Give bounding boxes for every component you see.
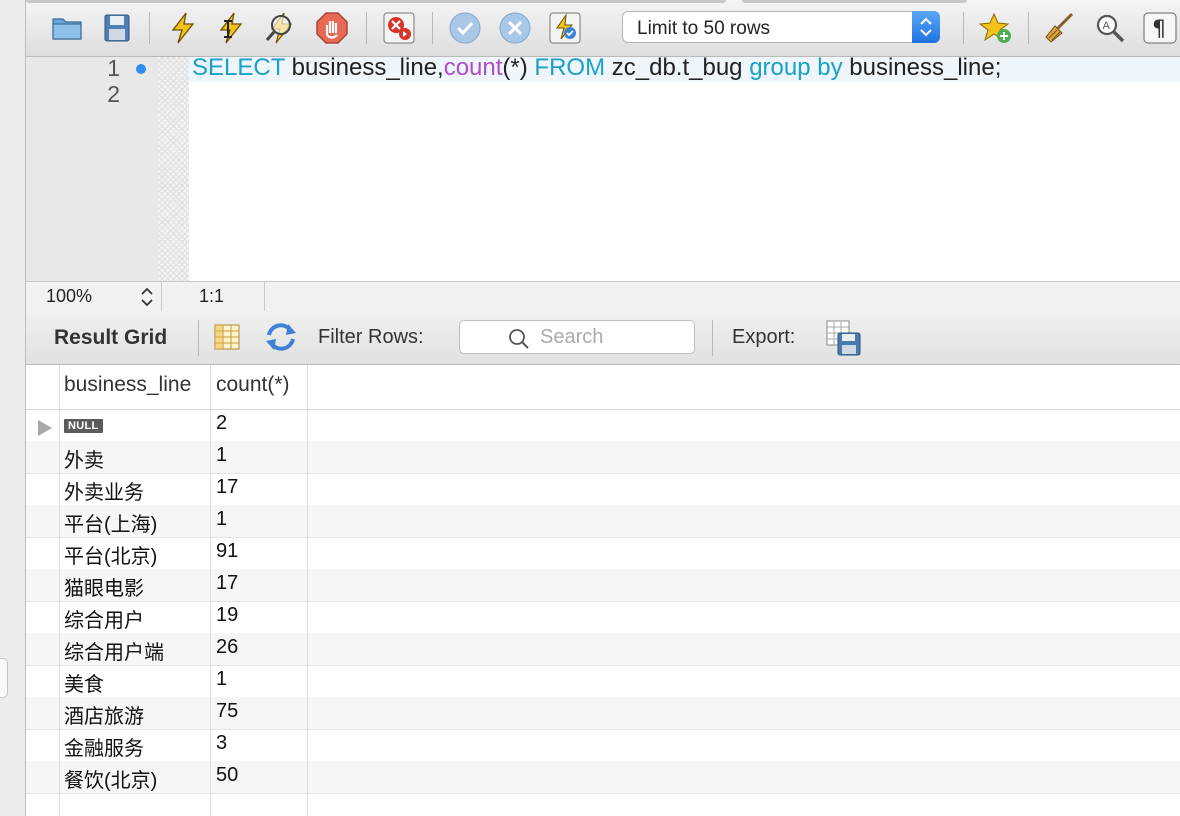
grid-view-icon[interactable] <box>214 324 240 350</box>
filter-search-input[interactable] <box>540 325 680 349</box>
column-header-count[interactable]: count(*) <box>216 373 290 397</box>
null-badge: NULL <box>64 419 103 433</box>
cell-business-line[interactable]: 综合用户端 <box>64 636 164 665</box>
results-toolbar: Result Grid Filter Rows: Search Export: <box>26 311 1180 365</box>
limit-rows-value: Limit to 50 rows <box>637 18 771 39</box>
table-row[interactable]: 综合用户 19 <box>26 601 1180 634</box>
line-number-gutter: 1 2 <box>26 55 158 281</box>
save-icon[interactable] <box>100 11 134 45</box>
fold-margin <box>158 57 189 281</box>
cell-business-line[interactable]: 酒店旅游 <box>64 700 144 729</box>
sql-keyword-select: SELECT <box>192 54 285 81</box>
cell-business-line[interactable]: 猫眼电影 <box>64 572 144 601</box>
chevron-updown-icon <box>912 11 940 43</box>
limit-rows-select[interactable]: Limit to 50 rows <box>622 11 940 43</box>
invisibles-icon[interactable]: ¶ <box>1142 11 1177 45</box>
execute-icon[interactable] <box>166 11 200 45</box>
query-toolbar: Limit to 50 rows A ¶ <box>26 0 1180 57</box>
table-row[interactable]: 外卖业务 17 <box>26 473 1180 506</box>
column-header-business-line[interactable]: business_line <box>64 373 191 397</box>
cell-count[interactable]: 91 <box>216 540 238 563</box>
zoom-stepper-icon[interactable] <box>139 286 155 308</box>
cell-count[interactable]: 2 <box>216 412 227 435</box>
table-row[interactable]: 餐饮(北京) 50 <box>26 761 1180 794</box>
cell-business-line[interactable]: 平台(上海) <box>64 508 157 537</box>
export-label: Export: <box>732 326 796 348</box>
table-row[interactable]: 平台(上海) 1 <box>26 505 1180 538</box>
svg-text:¶: ¶ <box>1152 17 1166 42</box>
sidebar-edge <box>0 0 26 816</box>
cell-count[interactable]: 50 <box>216 764 238 787</box>
cell-business-line[interactable]: 外卖 <box>64 444 104 473</box>
cell-business-line[interactable]: 美食 <box>64 668 104 697</box>
filter-rows-label: Filter Rows: <box>318 326 424 348</box>
cell-count[interactable]: 1 <box>216 508 227 531</box>
cell-count[interactable]: 1 <box>216 444 227 467</box>
filter-search-box[interactable] <box>459 320 695 354</box>
table-row[interactable]: 酒店旅游 75 <box>26 697 1180 730</box>
cell-count[interactable]: 75 <box>216 700 238 723</box>
rollback-icon[interactable] <box>498 11 532 45</box>
sidebar-resize-handle[interactable] <box>0 658 8 698</box>
cell-count[interactable]: 26 <box>216 636 238 659</box>
grid-header: business_line count(*) <box>26 365 1180 410</box>
cell-business-line[interactable]: 餐饮(北京) <box>64 764 157 793</box>
result-grid[interactable]: business_line count(*) NULL 2 外卖 1 外卖业务 17 平台(… <box>26 365 1180 816</box>
sql-count-args: (*) <box>502 54 535 81</box>
table-row[interactable]: 猫眼电影 17 <box>26 569 1180 602</box>
sql-keyword-group-by: group by <box>749 54 843 81</box>
execute-current-icon[interactable] <box>214 11 248 45</box>
svg-text:A: A <box>1103 20 1111 32</box>
current-row-indicator-icon <box>38 420 52 436</box>
cell-count[interactable]: 19 <box>216 604 238 627</box>
beautify-icon[interactable] <box>1042 11 1076 45</box>
result-grid-tab[interactable]: Result Grid <box>54 326 167 350</box>
search-icon <box>508 328 530 350</box>
sql-keyword-from: FROM <box>534 54 606 81</box>
zoom-level: 100% <box>46 286 93 306</box>
sql-table-name: zc_db.t_bug <box>605 54 750 81</box>
sql-function-count: count <box>443 54 503 81</box>
cell-business-line[interactable]: 外卖业务 <box>64 476 144 505</box>
table-row[interactable]: 金融服务 3 <box>26 729 1180 762</box>
cell-business-line[interactable]: 综合用户 <box>64 604 144 633</box>
cell-business-line[interactable]: NULL <box>64 412 103 435</box>
cursor-position: 1:1 <box>199 286 225 306</box>
sql-columns: business_line, <box>284 54 444 81</box>
commit-icon[interactable] <box>448 11 482 45</box>
table-row[interactable]: 外卖 1 <box>26 441 1180 474</box>
folder-icon[interactable] <box>50 11 84 45</box>
cell-count[interactable]: 1 <box>216 668 227 691</box>
autocommit-icon[interactable] <box>548 11 582 45</box>
refresh-icon[interactable] <box>264 322 298 352</box>
cell-count[interactable]: 17 <box>216 476 238 499</box>
sql-editor-window: Limit to 50 rows A ¶ 1 2 SELECT business… <box>26 0 1180 816</box>
cell-business-line[interactable]: 金融服务 <box>64 732 144 761</box>
line-number: 1 <box>107 55 120 81</box>
line-number: 2 <box>107 81 120 107</box>
explain-icon[interactable] <box>264 11 298 45</box>
editor-status-bar: 100% 1:1 <box>26 281 1180 312</box>
sql-editor[interactable]: 1 2 SELECT business_line,count(*) FROM z… <box>26 54 1180 281</box>
error-toggle-icon[interactable] <box>382 11 416 45</box>
cell-business-line[interactable]: 平台(北京) <box>64 540 157 569</box>
table-row[interactable]: 平台(北京) 91 <box>26 537 1180 570</box>
cell-count[interactable]: 17 <box>216 572 238 595</box>
find-icon[interactable]: A <box>1093 11 1127 45</box>
table-row[interactable]: NULL 2 <box>26 409 1180 442</box>
table-row[interactable]: 美食 1 <box>26 665 1180 698</box>
table-row[interactable]: 综合用户端 26 <box>26 633 1180 666</box>
cell-count[interactable]: 3 <box>216 732 227 755</box>
sql-query-line[interactable]: SELECT business_line,count(*) FROM zc_db… <box>192 54 1001 82</box>
sql-group-column: business_line; <box>842 54 1002 81</box>
add-bookmark-icon[interactable] <box>978 11 1013 45</box>
stop-icon[interactable] <box>315 11 349 45</box>
breakpoint-dot-icon[interactable] <box>136 64 146 74</box>
export-icon[interactable] <box>825 319 863 357</box>
